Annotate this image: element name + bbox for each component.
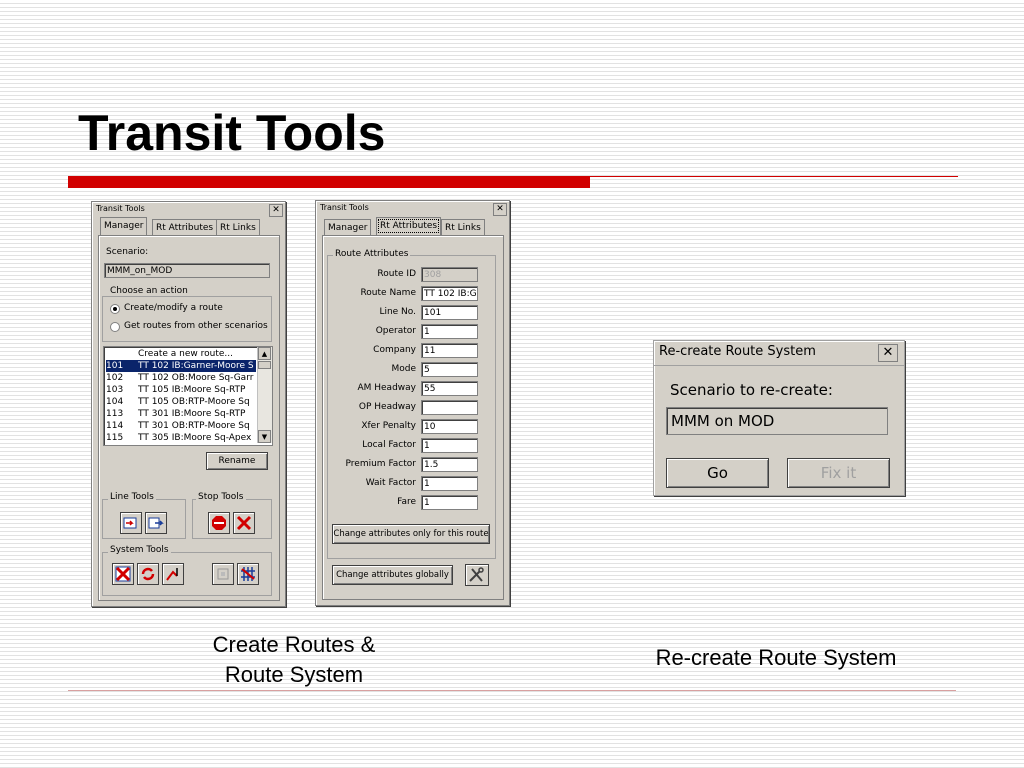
footer-rule	[68, 690, 956, 691]
list-item[interactable]: 113 TT 301 IB:Moore Sq-RTP	[106, 408, 245, 420]
attr-label: Xfer Penalty	[361, 421, 416, 431]
attr-field: 308	[421, 267, 478, 282]
attr-field[interactable]: 1	[421, 495, 478, 510]
attr-field[interactable]: 101	[421, 305, 478, 320]
attr-field[interactable]: 55	[421, 381, 478, 396]
radio-get-routes-label[interactable]: Get routes from other scenarios	[124, 321, 268, 331]
attr-label: Local Factor	[362, 440, 416, 450]
attr-label: Operator	[375, 326, 416, 336]
list-scrollbar[interactable]: ▲ ▼	[257, 347, 272, 443]
radio-get-routes[interactable]	[110, 322, 120, 332]
attr-label: Route Name	[360, 288, 416, 298]
attr-field[interactable]: 5	[421, 362, 478, 377]
tab-manager[interactable]: Manager	[100, 217, 148, 235]
transit-tools-manager-window: Transit Tools ✕ Manager Rt Attributes Rt…	[91, 201, 286, 607]
attr-label: AM Headway	[357, 383, 416, 393]
list-item[interactable]: 114 TT 301 OB:RTP-Moore Sq	[106, 420, 250, 432]
attr-field[interactable]: 1	[421, 438, 478, 453]
attr-label: Premium Factor	[345, 459, 416, 469]
tab-rt-attributes[interactable]: Rt Attributes	[152, 219, 218, 235]
attr-label: Fare	[397, 497, 416, 507]
route-listbox[interactable]: Create a new route... 101 TT 102 IB:Garne…	[103, 346, 273, 446]
close-button[interactable]: ✕	[878, 344, 898, 362]
close-button[interactable]: ✕	[269, 204, 283, 217]
list-item[interactable]: 101 TT 102 IB:Garner-Moore S	[106, 360, 256, 372]
caption-create-routes-line1: Create Routes &	[212, 632, 376, 657]
attr-label: Mode	[391, 364, 416, 374]
radio-create-modify[interactable]	[110, 304, 120, 314]
attr-field[interactable]: 1.5	[421, 457, 478, 472]
attr-label: Wait Factor	[365, 478, 416, 488]
close-button[interactable]: ✕	[493, 203, 507, 216]
attr-field[interactable]	[421, 400, 478, 415]
stop-tools-group	[192, 499, 272, 539]
scroll-up-icon[interactable]: ▲	[258, 347, 271, 360]
list-item[interactable]: 115 TT 305 IB:Moore Sq-Apex	[106, 432, 251, 444]
edit-route-icon[interactable]	[145, 512, 167, 534]
window-title: Transit Tools	[96, 204, 145, 213]
list-item[interactable]: 104 TT 105 OB:RTP-Moore Sq	[106, 396, 250, 408]
add-route-icon[interactable]	[120, 512, 142, 534]
choose-action-label: Choose an action	[108, 286, 190, 296]
caption-recreate-route-system: Re-create Route System	[655, 645, 897, 670]
change-global-attributes-button[interactable]: Change attributes globally	[332, 565, 453, 585]
disabled-tool-icon[interactable]	[212, 563, 234, 585]
list-item-new-route[interactable]: Create a new route...	[138, 348, 233, 360]
tab-rt-links[interactable]: Rt Links	[216, 219, 260, 235]
stop-sign-icon[interactable]	[208, 512, 230, 534]
attr-field[interactable]: 1	[421, 324, 478, 339]
window-title: Transit Tools	[320, 203, 369, 212]
tab-manager[interactable]: Manager	[324, 219, 372, 235]
scenario-to-recreate-field: MMM on MOD	[666, 407, 888, 435]
title-underline-thin	[590, 176, 958, 177]
attr-label: Company	[373, 345, 416, 355]
line-tools-label: Line Tools	[108, 492, 156, 502]
change-route-attributes-button[interactable]: Change attributes only for this route	[332, 524, 490, 544]
scenario-field: MMM_on_MOD	[104, 263, 270, 278]
transit-tools-attributes-window: Transit Tools ✕ Manager Rt Attributes Rt…	[315, 200, 510, 606]
stop-tools-label: Stop Tools	[196, 492, 246, 502]
tools-wrench-icon[interactable]	[465, 564, 489, 586]
attr-label: Route ID	[377, 269, 416, 279]
fix-it-button[interactable]: Fix it	[787, 458, 890, 488]
rename-button[interactable]: Rename	[206, 452, 268, 470]
attr-label: OP Headway	[358, 402, 416, 412]
tab-rt-links[interactable]: Rt Links	[441, 219, 485, 235]
scenario-label: Scenario:	[106, 247, 149, 257]
attr-field[interactable]: TT 102 IB:G	[421, 286, 478, 301]
caption-create-routes-line2: Route System	[224, 662, 364, 687]
delete-stop-icon[interactable]	[233, 512, 255, 534]
route-attributes-label: Route Attributes	[333, 249, 411, 259]
title-separator	[654, 365, 904, 366]
refresh-icon[interactable]	[137, 563, 159, 585]
scroll-thumb[interactable]	[258, 361, 271, 369]
list-item[interactable]: 102 TT 102 OB:Moore Sq-Garr	[106, 372, 253, 384]
attr-label: Line No.	[379, 307, 416, 317]
tab-rt-attributes[interactable]: Rt Attributes	[376, 217, 442, 235]
slide-title: Transit Tools	[78, 105, 386, 161]
list-item[interactable]: 103 TT 105 IB:Moore Sq-RTP	[106, 384, 245, 396]
path-tool-icon[interactable]	[162, 563, 184, 585]
network-grid-icon[interactable]	[237, 563, 259, 585]
scroll-down-icon[interactable]: ▼	[258, 430, 271, 443]
radio-create-modify-label[interactable]: Create/modify a route	[124, 303, 223, 313]
go-button[interactable]: Go	[666, 458, 769, 488]
attr-field[interactable]: 10	[421, 419, 478, 434]
attr-field[interactable]: 1	[421, 476, 478, 491]
delete-system-icon[interactable]	[112, 563, 134, 585]
line-tools-group	[102, 499, 186, 539]
dialog-title: Re-create Route System	[659, 344, 816, 359]
system-tools-label: System Tools	[108, 545, 171, 555]
attr-field[interactable]: 11	[421, 343, 478, 358]
title-underline-red	[68, 176, 590, 188]
scenario-prompt: Scenario to re-create:	[670, 381, 833, 399]
recreate-route-system-dialog: Re-create Route System ✕ Scenario to re-…	[653, 340, 905, 496]
